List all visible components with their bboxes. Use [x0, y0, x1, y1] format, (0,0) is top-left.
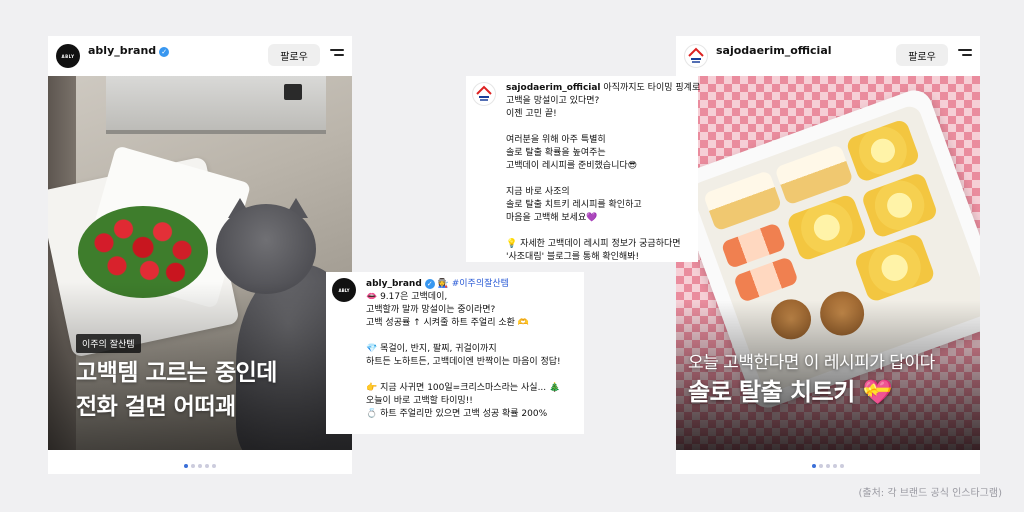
caption-line: [506, 173, 692, 186]
overlay-title-line: 전화 걸면 어떠괘: [76, 394, 236, 420]
caption-first-line: sajodaerim_official 아직까지도 타이밍 핑계로: [506, 82, 700, 95]
caption-line: 솔로 탈출 치트키 레시피를 확인하고: [506, 200, 642, 210]
carousel-dot[interactable]: [198, 464, 202, 468]
verified-badge-icon: ✓: [424, 279, 435, 289]
caption-line: 솔로 탈출 확률을 높여주는: [506, 148, 606, 158]
caption-line: 👄 9.17은 고백데이,: [366, 292, 448, 302]
caption-line: 마음을 고백해 보세요💜: [506, 213, 598, 223]
caption-line: 💡 자세한 고백데이 레시피 정보가 궁금하다면: [506, 239, 681, 249]
post-image[interactable]: 오늘 고백한다면 이 레시피가 답이다 솔로 탈출 치트키 💝: [676, 76, 980, 450]
carousel-dot[interactable]: [212, 464, 216, 468]
sajo-logo-icon: [476, 85, 492, 101]
caption-line: [506, 225, 692, 238]
carousel-dot[interactable]: [205, 464, 209, 468]
username[interactable]: ably_brand ✓: [88, 44, 170, 57]
caption-username[interactable]: ably_brand: [366, 279, 422, 289]
carousel-dot[interactable]: [826, 464, 830, 468]
caption-line: 💍 하트 주얼리만 있으면 고백 성공 확률 200%: [366, 409, 548, 419]
caption-line: 고백데이 레시피를 준비했습니다😎: [506, 161, 638, 171]
menu-icon[interactable]: [330, 49, 344, 61]
sajo-logo-icon: [688, 47, 704, 63]
caption-line: 고백할까 말까 망설이는 중이라면?: [366, 305, 496, 315]
source-note: (출처: 각 브랜드 공식 인스타그램): [858, 488, 1003, 499]
caption-hashtag[interactable]: 👩‍🏭 #이주의잘산템: [438, 279, 509, 289]
overlay-title: 솔로 탈출 치트키 💝: [688, 378, 893, 406]
carousel-dot[interactable]: [184, 464, 188, 468]
overlay-tag: 이주의 잘산템: [76, 334, 141, 353]
caption-line: '사조대림' 블로그를 통해 확인해봐!: [506, 252, 640, 262]
caption-line: [506, 121, 692, 134]
carousel-dot[interactable]: [812, 464, 816, 468]
overlay-title: 고백템 고르는 중인데 전화 걸면 어떠괘: [76, 356, 346, 424]
caption-body: 👄 9.17은 고백데이, 고백할까 말까 망설이는 중이라면? 고백 성공률 ↑ …: [366, 291, 578, 421]
caption-line: [366, 369, 578, 382]
username-text[interactable]: sajodaerim_official: [716, 44, 832, 57]
caption-line: 이젠 고민 끝!: [506, 109, 557, 119]
avatar[interactable]: [472, 82, 496, 106]
caption-text: 아직까지도 타이밍 핑계로: [603, 83, 701, 93]
follow-button[interactable]: 팔로우: [896, 44, 948, 66]
avatar[interactable]: [684, 44, 708, 68]
caption-line: 고백 성공률 ↑ 시켜줄 하트 주얼리 소환 🫶: [366, 318, 529, 328]
ably-caption: ABLY ably_brand ✓ 👩‍🏭 #이주의잘산템 👄 9.17은 고백데…: [326, 272, 584, 434]
caption-line: 고백을 망설이고 있다면?: [506, 96, 600, 106]
caption-line: 하트든 노하트든, 고백데이엔 반짝이는 마음이 정답!: [366, 357, 561, 367]
caption-line: 👉 지금 사귀면 100일=크리스마스라는 사실... 🎄: [366, 383, 561, 393]
avatar[interactable]: ABLY: [56, 44, 80, 68]
carousel-dot[interactable]: [840, 464, 844, 468]
verified-badge-icon: ✓: [159, 47, 170, 57]
post-header: sajodaerim_official 팔로우: [676, 36, 980, 76]
caption-line: 지금 바로 사조의: [506, 187, 570, 197]
caption-body: 고백을 망설이고 있다면? 이젠 고민 끝! 여러분을 위해 아주 특별히솔로 탈출…: [506, 95, 692, 264]
carousel-dots[interactable]: [676, 464, 980, 468]
carousel-dot[interactable]: [819, 464, 823, 468]
caption-first-line: ably_brand ✓ 👩‍🏭 #이주의잘산템: [366, 278, 578, 291]
caption-username[interactable]: sajodaerim_official: [506, 83, 601, 93]
carousel-dot[interactable]: [191, 464, 195, 468]
username[interactable]: sajodaerim_official: [716, 44, 832, 57]
overlay-subtitle: 오늘 고백한다면 이 레시피가 답이다: [688, 353, 935, 373]
menu-icon[interactable]: [958, 49, 972, 61]
caption-line: [366, 330, 578, 343]
caption-line: 여러분을 위해 아주 특별히: [506, 135, 606, 145]
sajo-post-card: sajodaerim_official 팔로우 오늘 고백한다면 이 레시피가 …: [676, 36, 980, 474]
caption-line: 💎 목걸이, 반지, 팔찌, 귀걸이까지: [366, 344, 497, 354]
carousel-dot[interactable]: [833, 464, 837, 468]
avatar[interactable]: ABLY: [332, 278, 356, 302]
caption-line: 오늘이 바로 고백할 타이밍!!: [366, 396, 473, 406]
follow-button[interactable]: 팔로우: [268, 44, 320, 66]
overlay-title-line: 고백템 고르는 중인데: [76, 360, 277, 386]
carousel-dots[interactable]: [48, 464, 352, 468]
ably-post-card: ABLY ably_brand ✓ 팔로우 이주의 잘산템 고백템 고르는 중인데…: [48, 36, 352, 474]
post-header: ABLY ably_brand ✓ 팔로우: [48, 36, 352, 76]
post-image[interactable]: 이주의 잘산템 고백템 고르는 중인데 전화 걸면 어떠괘: [48, 76, 352, 450]
username-text[interactable]: ably_brand: [88, 44, 156, 57]
sajo-caption: sajodaerim_official 아직까지도 타이밍 핑계로 고백을 망설…: [466, 76, 700, 264]
